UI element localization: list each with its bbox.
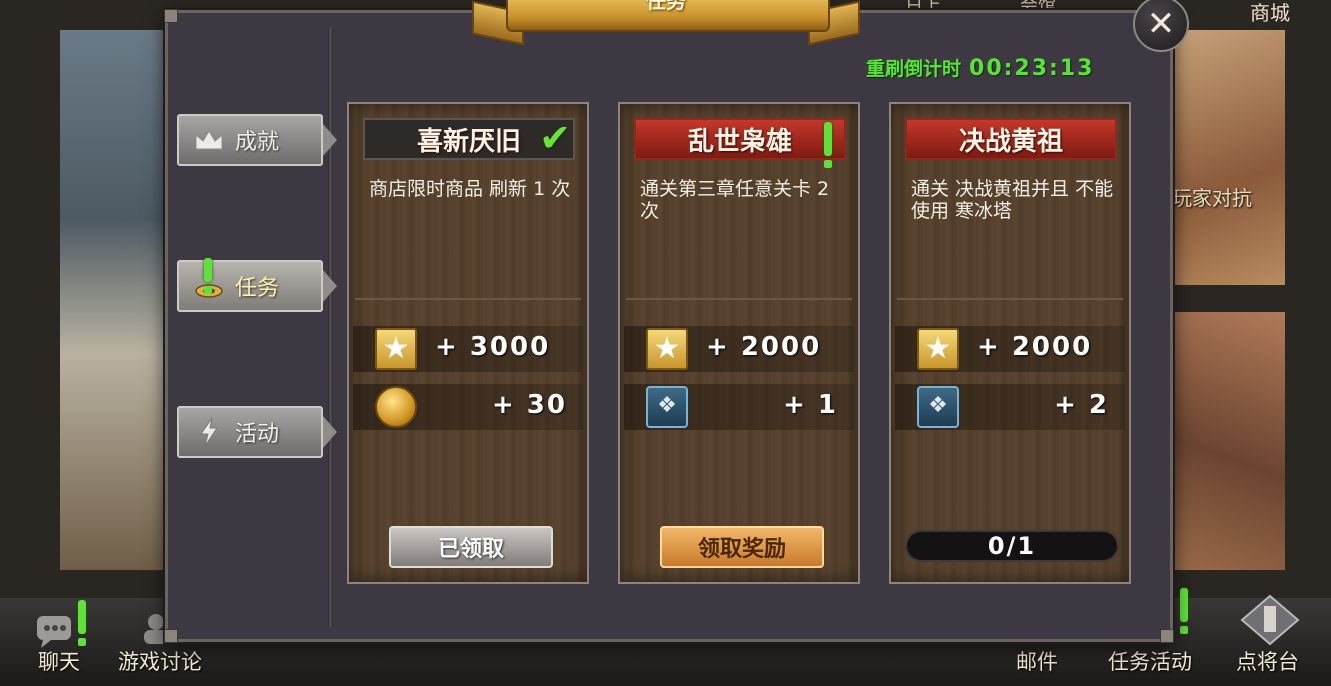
tab-events-label: 活动 bbox=[235, 422, 280, 447]
dialog-corner bbox=[1160, 629, 1174, 643]
task-card-description: 商店限时商品 刷新 1 次 bbox=[369, 178, 571, 200]
claimed-button[interactable]: 已领取 bbox=[389, 526, 553, 568]
tab-achievements-label: 成就 bbox=[235, 130, 280, 155]
close-icon: ✕ bbox=[1146, 4, 1176, 44]
task-activity-alert-icon bbox=[1180, 588, 1188, 634]
dialog-corner bbox=[164, 629, 178, 643]
dialog-title: 任务 bbox=[646, 0, 686, 13]
card-divider bbox=[897, 298, 1123, 300]
chat-alert-icon bbox=[78, 600, 86, 646]
star-icon: ★ bbox=[917, 328, 959, 370]
task-card-description: 通关第三章任意关卡 2 次 bbox=[640, 178, 830, 222]
refresh-timer-value: 00:23:13 bbox=[969, 56, 1095, 81]
gold-coin-icon bbox=[375, 386, 417, 428]
reward-row: ❖ + 2 bbox=[895, 384, 1125, 430]
general-platform-icon[interactable] bbox=[1240, 594, 1300, 646]
reward-row: ★ + 2000 bbox=[624, 326, 854, 372]
reward-row: + 30 bbox=[353, 384, 583, 430]
refresh-timer: 重刷倒计时 00:23:13 bbox=[866, 54, 1094, 81]
general-platform-button[interactable]: 点将台 bbox=[1236, 646, 1299, 676]
alert-icon bbox=[824, 122, 832, 168]
shop-menu-item[interactable]: 商城 bbox=[1250, 0, 1290, 26]
reward-amount: + 2000 bbox=[706, 332, 822, 362]
card-divider bbox=[626, 298, 852, 300]
reward-amount: + 1 bbox=[783, 390, 838, 420]
background-panel-pvp bbox=[1160, 30, 1285, 285]
general-card-icon: ❖ bbox=[646, 386, 688, 428]
tab-tasks-label: 任务 bbox=[235, 276, 280, 301]
pvp-label: 玩家对抗 bbox=[1172, 186, 1252, 210]
discussion-button[interactable]: 游戏讨论 bbox=[118, 646, 202, 676]
card-divider bbox=[355, 298, 581, 300]
claim-reward-button[interactable]: 领取奖励 bbox=[660, 526, 824, 568]
reward-amount: + 3000 bbox=[435, 332, 551, 362]
task-card-description: 通关 决战黄祖并且 不能使用 寒冰塔 bbox=[911, 178, 1114, 222]
task-card-title-text: 决战黄祖 bbox=[958, 126, 1063, 157]
refresh-timer-label: 重刷倒计时 bbox=[866, 58, 962, 80]
crown-icon bbox=[193, 127, 225, 153]
general-card-icon: ❖ bbox=[917, 386, 959, 428]
sidebar-divider bbox=[328, 27, 333, 627]
background-panel-battle bbox=[1160, 312, 1285, 570]
task-card: 决战黄祖 通关 决战黄祖并且 不能使用 寒冰塔 ★ + 2000 ❖ + 2 0… bbox=[889, 102, 1131, 584]
chat-button[interactable]: 聊天 bbox=[38, 646, 80, 676]
reward-row: ★ + 3000 bbox=[353, 326, 583, 372]
tab-tasks-alert-icon bbox=[204, 258, 212, 294]
dialog-corner bbox=[164, 9, 178, 23]
reward-amount: + 30 bbox=[491, 390, 567, 420]
chat-icon[interactable] bbox=[35, 610, 79, 648]
tab-achievements[interactable]: 成就 bbox=[177, 114, 337, 166]
tab-tasks[interactable]: 任务 bbox=[177, 260, 337, 312]
reward-amount: + 2000 bbox=[977, 332, 1093, 362]
title-banner: 任务 bbox=[472, 0, 860, 52]
task-card: 喜新厌旧 ✔ 商店限时商品 刷新 1 次 ★ + 3000 + 30 已领取 bbox=[347, 102, 589, 584]
task-card: 乱世枭雄 通关第三章任意关卡 2 次 ★ + 2000 ❖ + 1 领取奖励 bbox=[618, 102, 860, 584]
task-card-title: 决战黄祖 bbox=[905, 118, 1117, 160]
checkmark-icon: ✔ bbox=[539, 116, 571, 160]
task-activity-button[interactable]: 任务活动 bbox=[1108, 646, 1192, 676]
lightning-icon bbox=[193, 417, 225, 447]
task-card-title: 乱世枭雄 bbox=[634, 118, 846, 168]
star-icon: ★ bbox=[646, 328, 688, 370]
task-card-title-text: 乱世枭雄 bbox=[687, 126, 792, 157]
reward-row: ❖ + 1 bbox=[624, 384, 854, 430]
task-card-title: 喜新厌旧 ✔ bbox=[363, 116, 575, 160]
task-card-title-text: 喜新厌旧 bbox=[416, 126, 521, 157]
mail-button[interactable]: 邮件 bbox=[1016, 646, 1058, 676]
tab-events[interactable]: 活动 bbox=[177, 406, 337, 458]
reward-amount: + 2 bbox=[1054, 390, 1109, 420]
task-progress-bar: 0/1 bbox=[905, 530, 1119, 562]
background-hero-art bbox=[60, 30, 170, 570]
star-icon: ★ bbox=[375, 328, 417, 370]
reward-row: ★ + 2000 bbox=[895, 326, 1125, 372]
